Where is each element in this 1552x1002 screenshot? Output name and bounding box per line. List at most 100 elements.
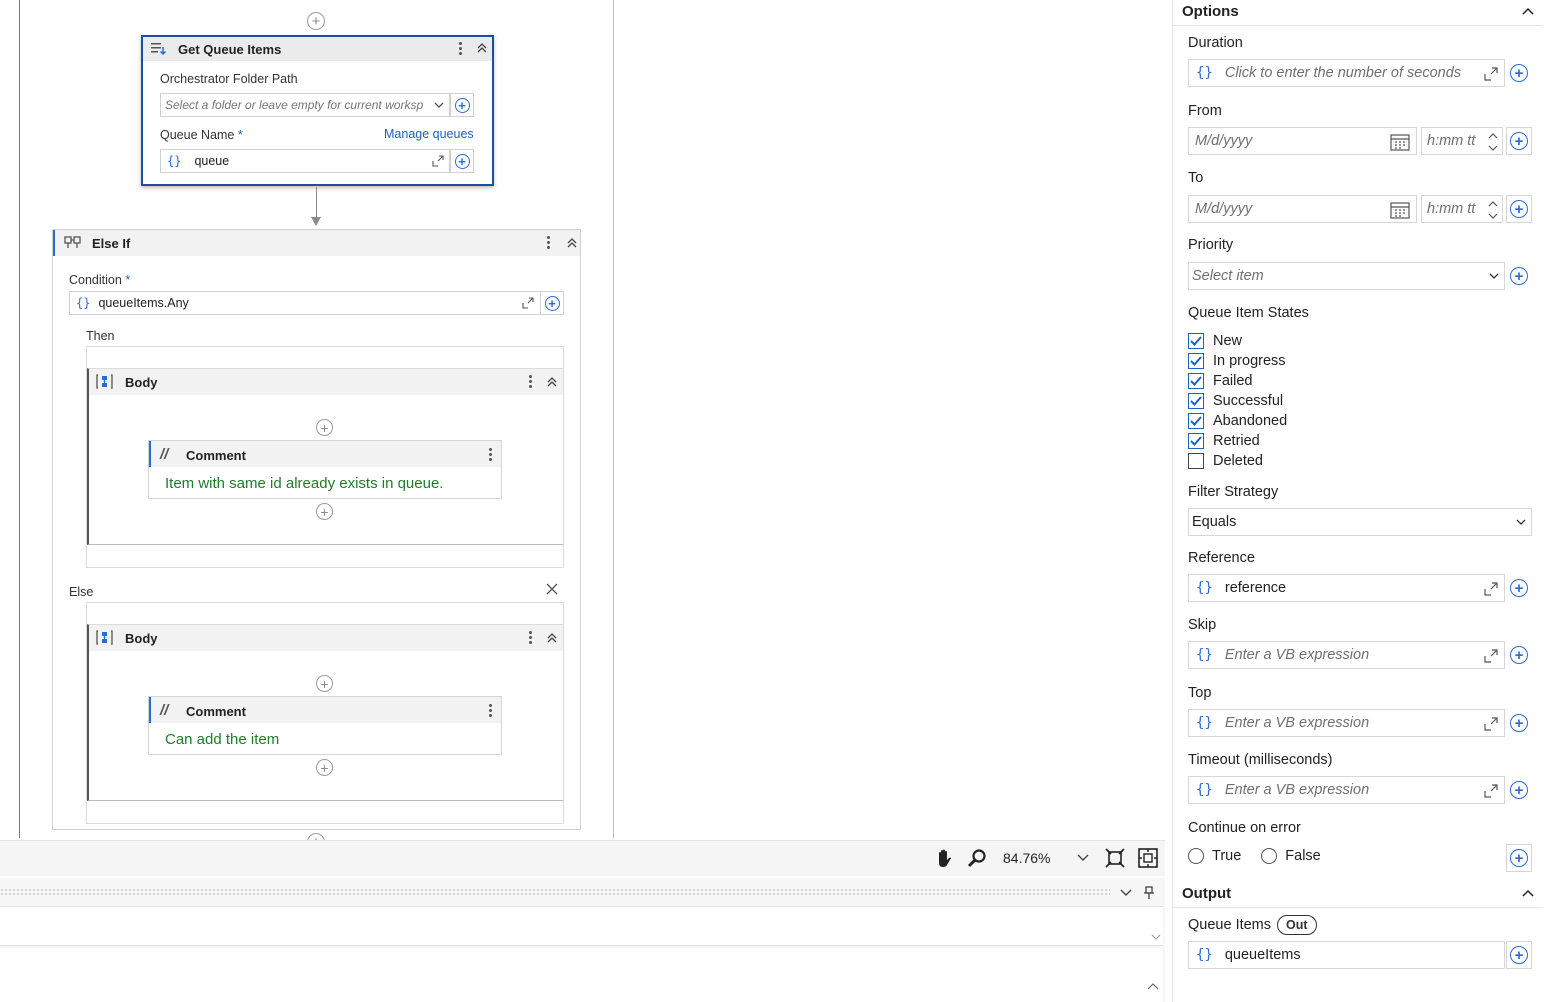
add-activity-icon[interactable]: +	[316, 419, 333, 436]
filter-strategy-dropdown[interactable]: Equals	[1188, 508, 1532, 536]
checkbox-label[interactable]: New	[1213, 333, 1242, 349]
overview-icon[interactable]	[1138, 848, 1158, 868]
top-input[interactable]: {} Enter a VB expression	[1188, 709, 1505, 737]
expand-editor-icon[interactable]	[522, 297, 534, 309]
checkbox-label[interactable]: Failed	[1213, 373, 1253, 389]
more-options-icon[interactable]	[529, 375, 532, 388]
timeout-add-button[interactable]: +	[1506, 776, 1532, 804]
expand-editor-icon[interactable]	[432, 155, 444, 167]
priority-add-button[interactable]: +	[1506, 262, 1532, 290]
expand-editor-icon[interactable]	[1484, 649, 1498, 663]
checkbox-label[interactable]: Successful	[1213, 393, 1283, 409]
add-activity-icon[interactable]: +	[316, 675, 333, 692]
checkbox-label[interactable]: In progress	[1213, 353, 1286, 369]
expand-editor-icon[interactable]	[1484, 784, 1498, 798]
timeout-input[interactable]: {} Enter a VB expression	[1188, 776, 1505, 804]
queue-items-add-button[interactable]: +	[1506, 941, 1532, 969]
state-checkbox-row[interactable]: Abandoned	[1188, 411, 1388, 431]
expand-editor-icon[interactable]	[1484, 582, 1498, 596]
add-activity-icon[interactable]: +	[316, 759, 333, 776]
more-options-icon[interactable]	[489, 448, 492, 461]
top-add-button[interactable]: +	[1506, 709, 1532, 737]
panel-drag-grip[interactable]	[0, 888, 1110, 896]
get-queue-items-activity[interactable]: Get Queue Items Orchestrator Folder Path…	[141, 35, 494, 186]
more-options-icon[interactable]	[529, 631, 532, 644]
remove-else-close-icon[interactable]	[546, 583, 558, 595]
comment-activity[interactable]: // Comment Item with same id already exi…	[148, 440, 502, 499]
zoom-search-icon[interactable]	[967, 848, 987, 868]
queue-items-output-input[interactable]: {} queueItems	[1188, 941, 1505, 969]
expand-editor-icon[interactable]	[1484, 717, 1498, 731]
state-checkbox-row[interactable]: Deleted	[1188, 451, 1388, 471]
then-body-sequence[interactable]: Body + // Comment Item with same id alre…	[87, 368, 563, 545]
skip-add-button[interactable]: +	[1506, 641, 1532, 669]
collapse-icon[interactable]	[546, 376, 558, 388]
priority-dropdown[interactable]: Select item	[1188, 262, 1505, 290]
else-body-sequence[interactable]: Body + // Comment Can add the item +	[87, 624, 563, 801]
expand-editor-icon[interactable]	[1484, 67, 1498, 81]
from-date-input[interactable]: M/d/yyyy	[1188, 127, 1417, 155]
chevron-down-icon[interactable]	[1120, 889, 1132, 897]
collapse-icon[interactable]	[476, 42, 488, 54]
checkbox[interactable]	[1188, 353, 1204, 369]
state-checkbox-row[interactable]: Successful	[1188, 391, 1388, 411]
from-time-input[interactable]: h:mm tt	[1421, 127, 1503, 155]
condition-input[interactable]: {} queueItems.Any	[69, 291, 541, 315]
time-spinner-icon[interactable]	[1488, 131, 1498, 153]
collapse-icon[interactable]	[546, 632, 558, 644]
queue-name-add-button[interactable]: +	[450, 149, 474, 173]
radio-false[interactable]	[1261, 848, 1278, 864]
to-date-input[interactable]: M/d/yyyy	[1188, 195, 1417, 223]
zoom-level[interactable]: 84.76%	[1003, 850, 1050, 866]
continue-on-error-add-button[interactable]: +	[1506, 844, 1532, 872]
reference-input[interactable]: {} reference	[1188, 574, 1505, 602]
from-add-button[interactable]: +	[1506, 127, 1532, 155]
radio-false-label[interactable]: False	[1285, 848, 1320, 864]
duration-add-button[interactable]: +	[1506, 59, 1532, 87]
radio-true[interactable]	[1188, 848, 1204, 864]
checkbox[interactable]	[1188, 413, 1204, 429]
checkbox[interactable]	[1188, 453, 1204, 469]
collapse-icon[interactable]	[566, 237, 578, 249]
chevron-down-icon[interactable]	[1077, 854, 1089, 862]
state-checkbox-row[interactable]: In progress	[1188, 351, 1388, 371]
calendar-icon[interactable]	[1390, 201, 1410, 219]
add-activity-icon[interactable]: +	[307, 12, 325, 30]
condition-add-button[interactable]: +	[540, 291, 564, 315]
checkbox[interactable]	[1188, 333, 1204, 349]
state-checkbox-row[interactable]: New	[1188, 331, 1388, 351]
chevron-up-icon[interactable]	[1522, 7, 1534, 15]
checkbox-label[interactable]: Abandoned	[1213, 413, 1287, 429]
checkbox[interactable]	[1188, 433, 1204, 449]
checkbox-label[interactable]: Retried	[1213, 433, 1260, 449]
fit-to-screen-icon[interactable]	[1105, 848, 1125, 868]
folder-path-add-button[interactable]: +	[450, 93, 474, 117]
add-activity-icon[interactable]: +	[307, 833, 325, 840]
checkbox[interactable]	[1188, 373, 1204, 389]
state-checkbox-row[interactable]: Failed	[1188, 371, 1388, 391]
chevron-up-icon[interactable]	[1522, 889, 1534, 897]
checkbox[interactable]	[1188, 393, 1204, 409]
more-options-icon[interactable]	[489, 704, 492, 717]
state-checkbox-row[interactable]: Retried	[1188, 431, 1388, 451]
reference-add-button[interactable]: +	[1506, 574, 1532, 602]
comment-text[interactable]: Item with same id already exists in queu…	[165, 475, 443, 492]
time-spinner-icon[interactable]	[1488, 199, 1498, 221]
calendar-icon[interactable]	[1390, 133, 1410, 151]
more-options-icon[interactable]	[547, 236, 550, 249]
radio-true-label[interactable]: True	[1212, 848, 1241, 864]
pan-hand-icon[interactable]	[934, 848, 954, 868]
add-activity-icon[interactable]: +	[316, 503, 333, 520]
to-time-input[interactable]: h:mm tt	[1421, 195, 1503, 223]
more-options-icon[interactable]	[459, 42, 462, 55]
options-section-header[interactable]: Options	[1173, 0, 1543, 26]
manage-queues-link[interactable]: Manage queues	[384, 127, 474, 141]
folder-path-dropdown[interactable]: Select a folder or leave empty for curre…	[160, 93, 450, 117]
to-add-button[interactable]: +	[1506, 195, 1532, 223]
chevron-up-icon[interactable]	[1147, 982, 1159, 990]
output-section-header[interactable]: Output	[1173, 880, 1543, 908]
pin-icon[interactable]	[1143, 886, 1155, 900]
checkbox-label[interactable]: Deleted	[1213, 453, 1263, 469]
chevron-down-small-icon[interactable]	[1151, 934, 1161, 941]
else-if-activity[interactable]: Else If Condition * {} queueItems.Any + …	[52, 229, 581, 830]
